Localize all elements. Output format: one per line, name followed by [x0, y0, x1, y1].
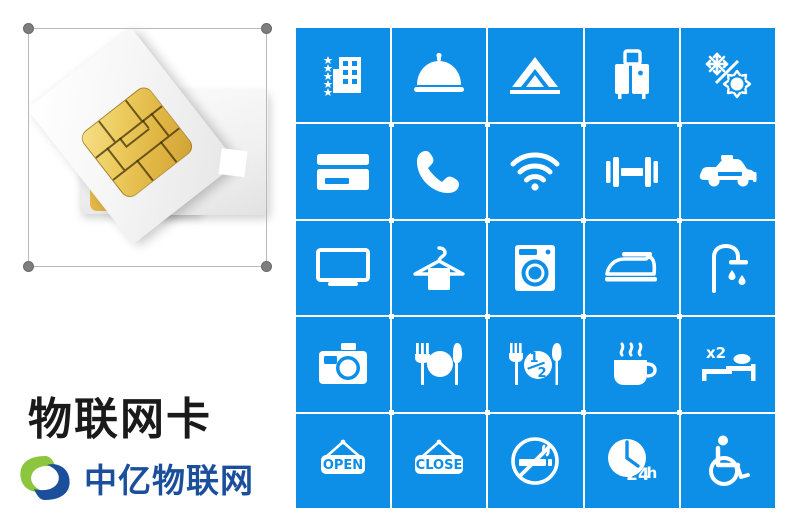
taxi-icon[interactable] [680, 124, 775, 219]
luggage-icon[interactable] [584, 28, 679, 123]
grid-intersection-node [580, 121, 586, 127]
grid-intersection-node [485, 313, 491, 319]
selection-handle-top-right[interactable] [261, 23, 272, 34]
selection-handle-bottom-left[interactable] [23, 261, 34, 272]
grid-intersection-node [389, 313, 395, 319]
half-board-denominator: 2 [538, 366, 547, 381]
grid-intersection-node [580, 217, 586, 223]
open-sign-icon[interactable]: OPEN [296, 413, 391, 508]
company-name: 中亿物联网 [84, 461, 254, 500]
air-conditioning-icon[interactable] [680, 28, 775, 123]
grid-intersection-node [485, 217, 491, 223]
double-bed-icon[interactable]: x2 [680, 317, 775, 412]
restaurant-icon[interactable] [392, 317, 487, 412]
room-service-bell-icon[interactable] [392, 28, 487, 123]
iron-icon[interactable] [584, 220, 679, 316]
twentyfour-hour-icon[interactable]: 24 h [584, 413, 679, 508]
grid-intersection-node [580, 409, 586, 415]
grid-intersection-node [485, 409, 491, 415]
shower-icon[interactable] [680, 220, 775, 316]
television-icon[interactable] [296, 220, 391, 316]
brand-lockup: 中亿物联网 [12, 448, 254, 508]
grid-intersection-node [676, 121, 682, 127]
dumbbell-icon[interactable] [584, 124, 679, 219]
screenshot-root: 物联网卡 中亿物联网 1 2 x2 OPEN CLOSE 24 h [0, 0, 800, 532]
grid-intersection-node [389, 409, 395, 415]
hours-suffix-label: h [646, 464, 657, 482]
half-board-numerator: 1 [530, 351, 539, 366]
selection-handle-bottom-right[interactable] [261, 261, 272, 272]
image-selection-box[interactable] [23, 23, 272, 272]
selection-handle-top-left[interactable] [23, 23, 34, 34]
coffee-cup-icon[interactable] [584, 317, 679, 412]
wheelchair-icon[interactable] [680, 413, 775, 508]
company-logo-icon [12, 448, 78, 508]
left-image-panel: 物联网卡 中亿物联网 [0, 0, 290, 532]
grid-intersection-node [389, 121, 395, 127]
telephone-icon[interactable] [392, 124, 487, 219]
credit-card-icon[interactable] [296, 124, 391, 219]
grid-intersection-node [485, 121, 491, 127]
double-bed-count: x2 [706, 344, 726, 362]
no-smoking-icon[interactable] [488, 413, 583, 508]
washing-machine-icon[interactable] [488, 220, 583, 316]
hanger-towel-icon[interactable] [392, 220, 487, 316]
grid-intersection-node [676, 313, 682, 319]
half-board-icon[interactable]: 1 2 [488, 317, 583, 412]
amenity-icon-grid: 1 2 x2 OPEN CLOSE 24 h [296, 28, 775, 508]
open-sign-label: OPEN [323, 458, 363, 473]
camping-tent-icon[interactable] [488, 28, 583, 123]
close-sign-icon[interactable]: CLOSE [392, 413, 487, 508]
close-sign-label: CLOSE [416, 458, 463, 473]
grid-intersection-node [676, 217, 682, 223]
grid-intersection-node [676, 409, 682, 415]
grid-intersection-node [389, 217, 395, 223]
hotel-star-icon[interactable] [296, 28, 391, 123]
page-title: 物联网卡 [28, 394, 212, 445]
grid-intersection-node [580, 313, 586, 319]
camera-icon[interactable] [296, 317, 391, 412]
wifi-icon[interactable] [488, 124, 583, 219]
